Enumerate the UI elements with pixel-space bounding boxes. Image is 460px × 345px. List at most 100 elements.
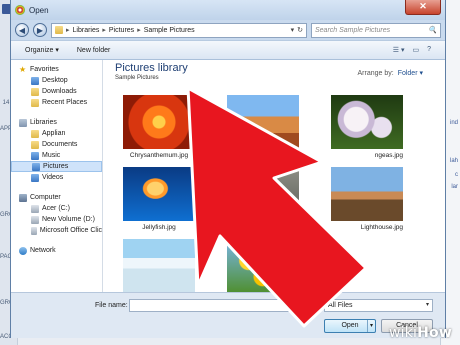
breadcrumb-libraries[interactable]: Libraries <box>73 27 100 34</box>
nav-libraries[interactable]: Libraries <box>11 117 102 128</box>
bg-label: c <box>455 172 458 178</box>
nav-desktop[interactable]: Desktop <box>11 75 102 86</box>
recent-places-icon <box>31 98 39 107</box>
file-name: Jellyfish.jpg <box>142 224 176 231</box>
chevron-right-icon: ▸ <box>102 27 106 34</box>
desktop-icon <box>31 76 39 85</box>
nav-label: Acer (C:) <box>42 205 70 212</box>
thumbnail-image <box>227 167 299 221</box>
arrange-by[interactable]: Arrange by: Folder ▾ <box>358 69 424 77</box>
organize-button[interactable]: Organize ▾ <box>25 46 59 54</box>
drive-icon <box>31 204 39 213</box>
file-name: Chrysanthemum.jpg <box>129 152 189 159</box>
breadcrumb-sample-pictures[interactable]: Sample Pictures <box>144 27 195 34</box>
star-icon: ★ <box>19 64 27 74</box>
address-row: ◀ ▶ ▸ Libraries ▸ Pictures ▸ Sample Pict… <box>11 20 445 40</box>
nav-ms-office[interactable]: Microsoft Office Clic <box>11 225 102 236</box>
watermark-prefix: wiki <box>388 325 418 341</box>
nav-label: Applian <box>42 130 66 137</box>
nav-label: Recent Places <box>42 99 88 106</box>
videos-icon <box>31 173 39 182</box>
forward-button[interactable]: ▶ <box>33 23 47 37</box>
file-type-select[interactable]: All Files ▾ <box>324 299 433 312</box>
folder-icon <box>55 26 63 34</box>
navigation-pane: ★ Favorites Desktop Downloads Recent Plac… <box>11 60 103 292</box>
nav-pictures[interactable]: Pictures <box>11 161 102 172</box>
view-options-icon[interactable]: ☰ ▾ <box>393 46 405 54</box>
file-name: Lighthouse.jpg <box>360 224 403 231</box>
file-item[interactable]: Lighthouse.jpg <box>331 167 403 231</box>
chevron-down-icon: ▾ <box>425 302 429 308</box>
search-input[interactable]: Search Sample Pictures 🔍 <box>311 22 441 38</box>
nav-favorites[interactable]: ★ Favorites <box>11 64 102 75</box>
open-dropdown-button[interactable]: ▾ <box>367 320 375 332</box>
search-icon: 🔍 <box>428 27 437 34</box>
nav-label: Desktop <box>42 77 68 84</box>
network-icon <box>19 246 27 255</box>
nav-acer-c[interactable]: Acer (C:) <box>11 203 102 214</box>
file-item[interactable]: Chrysanthemum.jpg <box>123 95 195 159</box>
file-item[interactable]: Jellyfish.jpg <box>123 167 195 231</box>
nav-label: Documents <box>42 141 78 148</box>
thumbnail-image <box>123 95 195 149</box>
close-button[interactable]: ✕ <box>405 0 441 15</box>
nav-recent-places[interactable]: Recent Places <box>11 97 102 108</box>
window-title: Open <box>29 5 49 15</box>
search-placeholder: Search Sample Pictures <box>315 26 391 34</box>
nav-label: Favorites <box>30 66 59 73</box>
bg-label: ind <box>449 120 458 126</box>
computer-icon <box>19 193 27 202</box>
file-name-label: File name: <box>95 302 128 309</box>
nav-music[interactable]: Music <box>11 150 102 161</box>
file-item[interactable] <box>227 239 299 293</box>
downloads-icon <box>31 87 39 96</box>
file-type-value: All Files <box>328 302 353 309</box>
thumbnail-image <box>123 167 195 221</box>
thumbnail-image <box>227 95 299 149</box>
nav-label: Computer <box>30 194 61 201</box>
file-item[interactable] <box>123 239 195 293</box>
address-bar[interactable]: ▸ Libraries ▸ Pictures ▸ Sample Pictures… <box>51 22 307 38</box>
new-folder-button[interactable]: New folder <box>77 47 110 54</box>
arrange-value[interactable]: Folder ▾ <box>398 70 423 77</box>
nav-new-volume-d[interactable]: New Volume (D:) <box>11 214 102 225</box>
nav-label: Videos <box>42 174 64 181</box>
chevron-down-icon[interactable]: ▾ <box>291 26 295 34</box>
breadcrumb-pictures[interactable]: Pictures <box>109 27 134 34</box>
thumbnail-image <box>123 239 195 293</box>
nav-documents[interactable]: Documents <box>11 139 102 150</box>
folder-icon <box>31 129 39 138</box>
chevron-right-icon: ▸ <box>137 27 141 34</box>
file-item[interactable] <box>227 167 299 224</box>
file-item[interactable] <box>227 95 299 152</box>
watermark-suffix: How <box>417 325 452 341</box>
music-icon <box>31 151 39 160</box>
preview-pane-icon[interactable]: ▭ <box>412 46 419 54</box>
back-button[interactable]: ◀ <box>15 23 29 37</box>
command-toolbar: Organize ▾ New folder ☰ ▾ ▭ ? <box>11 40 445 60</box>
bg-label: lar <box>451 184 458 190</box>
nav-downloads[interactable]: Downloads <box>11 86 102 97</box>
documents-icon <box>31 140 39 149</box>
nav-network[interactable]: Network <box>11 245 102 256</box>
nav-label: Music <box>42 152 61 159</box>
file-name-input[interactable] <box>129 299 321 312</box>
file-item[interactable]: ngeas.jpg <box>331 95 403 159</box>
nav-computer[interactable]: Computer <box>11 192 102 203</box>
nav-videos[interactable]: Videos <box>11 172 102 183</box>
chevron-right-icon: ▸ <box>66 27 70 34</box>
title-bar: Open ✕ <box>11 0 445 20</box>
thumbnail-image <box>227 239 299 293</box>
file-name: ngeas.jpg <box>374 152 403 159</box>
nav-label: Network <box>30 247 56 254</box>
nav-label: Downloads <box>42 88 77 95</box>
dialog-footer: File name: All Files ▾ Open ▾ Cancel <box>11 292 445 338</box>
pictures-icon <box>32 162 40 171</box>
open-dialog: Open ✕ ◀ ▶ ▸ Libraries ▸ Pictures ▸ Samp… <box>10 0 446 338</box>
library-subtitle: Sample Pictures <box>115 75 159 81</box>
nav-applian[interactable]: Applian <box>11 128 102 139</box>
refresh-icon[interactable]: ↻ <box>297 26 303 34</box>
thumbnail-image <box>331 167 403 221</box>
nav-label: New Volume (D:) <box>42 216 95 223</box>
help-icon[interactable]: ? <box>427 46 431 54</box>
